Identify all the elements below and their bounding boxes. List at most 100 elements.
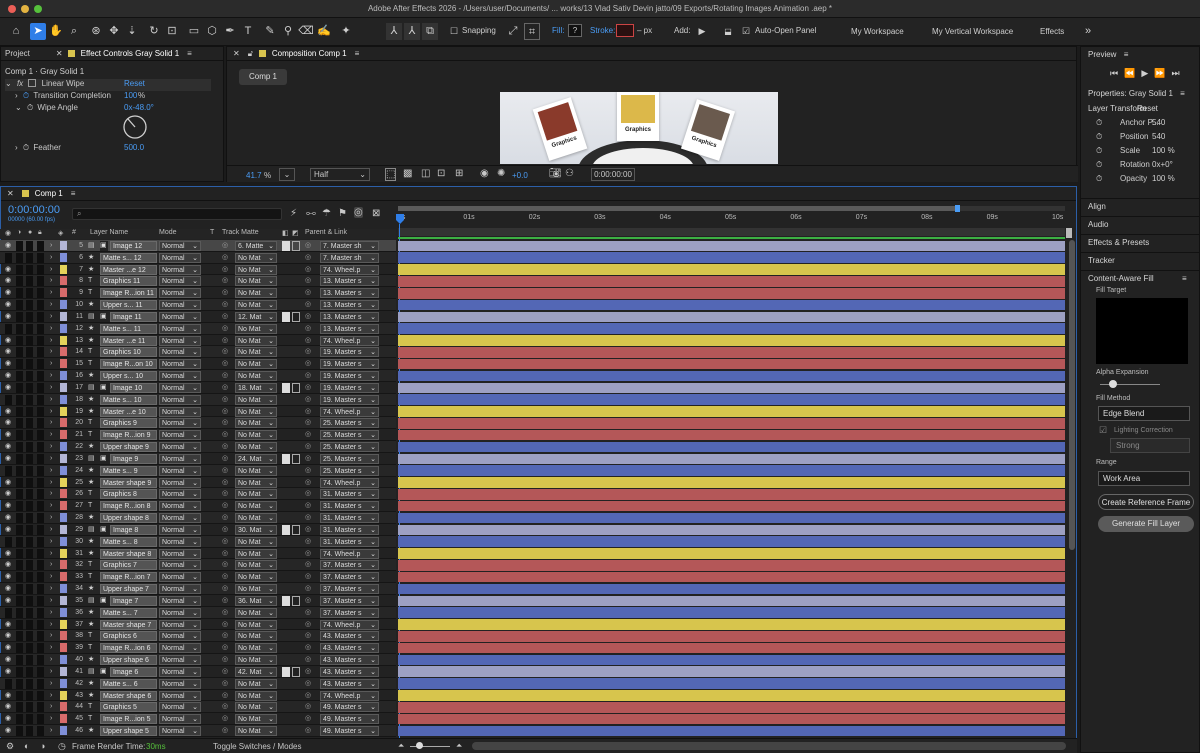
visibility-eye-icon[interactable]: ◉	[5, 655, 13, 665]
blend-mode-dropdown[interactable]: Normal ⌄	[159, 607, 201, 618]
3d-shape-icon[interactable]: ⬡	[204, 23, 220, 40]
lock-toggle[interactable]	[37, 524, 44, 535]
solo-toggle[interactable]	[26, 595, 33, 606]
track-matte-dropdown[interactable]: No Mat ⌄	[235, 276, 277, 287]
label-color[interactable]	[60, 690, 67, 700]
label-color[interactable]	[60, 513, 67, 523]
pan-tool-icon[interactable]: ✥	[106, 23, 122, 40]
chevron-right-icon[interactable]: ›	[50, 430, 52, 440]
chevron-right-icon[interactable]: ›	[50, 596, 52, 606]
parent-dropdown[interactable]: 43. Master s ⌄	[320, 631, 379, 642]
solo-toggle[interactable]	[26, 619, 33, 630]
section-header[interactable]: Content-Aware Fill	[1088, 274, 1154, 283]
matte-invert-icon[interactable]	[292, 311, 300, 322]
layer-duration-bar[interactable]	[398, 453, 1065, 465]
pick-whip-icon[interactable]: ◎	[305, 537, 315, 547]
layer-name[interactable]: Matte s... 10	[100, 394, 157, 405]
layer-row[interactable]: ◉ › 7 ★ Master ...e 12 Normal ⌄ ◎ No Mat ⌄ ◎ 74. Wh…	[0, 264, 396, 276]
audio-toggle[interactable]	[16, 453, 23, 464]
layer-row[interactable]: ◉ › 8 T Graphics 11 Normal ⌄ ◎ No Mat ⌄ ◎ 13. Maste…	[0, 275, 396, 288]
chevron-right-icon[interactable]: ›	[50, 679, 52, 689]
layer-row[interactable]: ◉ › 40 ★ Upper shape 6 Normal ⌄ ◎ No Mat ⌄ ◎ 43. Ma…	[0, 654, 396, 666]
camera-view-icon[interactable]: ⊞	[455, 168, 463, 179]
chevron-right-icon[interactable]: ›	[50, 300, 52, 310]
matte-link-icon[interactable]: ◎	[222, 596, 232, 606]
solo-toggle[interactable]	[26, 418, 33, 429]
layer-name[interactable]: Image R...ion 7	[100, 572, 157, 583]
pick-whip-icon[interactable]: ◎	[305, 726, 315, 736]
label-color[interactable]	[60, 311, 67, 321]
lock-toggle[interactable]	[37, 288, 44, 299]
label-color[interactable]	[60, 726, 67, 736]
pick-whip-icon[interactable]: ◎	[305, 478, 315, 488]
pen-tool-icon[interactable]: ✒	[222, 23, 238, 40]
lock-toggle[interactable]	[37, 560, 44, 571]
track-matte-dropdown[interactable]: 42. Mat ⌄	[235, 666, 277, 677]
layer-name[interactable]: Image 8	[110, 524, 157, 535]
tab-composition[interactable]: Composition Comp 1	[272, 49, 347, 58]
layer-name[interactable]: Upper shape 9	[100, 442, 157, 453]
feather-value[interactable]: 500.0	[124, 143, 144, 152]
matte-alpha-icon[interactable]	[282, 666, 290, 677]
layer-name[interactable]: Upper s... 11	[100, 300, 157, 311]
effect-row-linear-wipe[interactable]: ⌄ fx Linear Wipe Reset	[5, 79, 211, 91]
matte-link-icon[interactable]: ◎	[222, 395, 232, 405]
layer-row[interactable]: ◉ › 23 ▤ ▣ Image 9 Normal ⌄ ◎ 24. Mat ⌄ ◎ 25. Master…	[0, 453, 396, 465]
chevron-right-icon[interactable]: ›	[50, 631, 52, 641]
comp-button[interactable]: Comp 1	[239, 69, 287, 85]
visibility-eye-icon[interactable]: ◉	[5, 643, 13, 653]
label-color[interactable]	[60, 536, 67, 546]
pick-whip-icon[interactable]: ◎	[305, 525, 315, 535]
layer-row[interactable]: ◉ › 26 T Graphics 8 Normal ⌄ ◎ No Mat ⌄ ◎ 31. Maste…	[0, 488, 396, 501]
first-frame-icon[interactable]: ⏮	[1110, 68, 1124, 78]
chevron-right-icon[interactable]: ›	[50, 501, 52, 511]
label-color[interactable]	[60, 643, 67, 653]
workspace-menu-icon[interactable]: »	[1080, 23, 1096, 40]
audio-toggle[interactable]	[16, 524, 23, 535]
matte-link-icon[interactable]: ◎	[222, 584, 232, 594]
parent-dropdown[interactable]: 25. Master s ⌄	[320, 465, 379, 476]
chevron-right-icon[interactable]: ›	[50, 336, 52, 346]
timeline-search-input[interactable]: ⌕	[72, 208, 282, 220]
audio-toggle[interactable]	[16, 607, 23, 618]
audio-toggle[interactable]	[16, 264, 23, 275]
track-matte-dropdown[interactable]: No Mat ⌄	[235, 501, 277, 512]
solo-toggle[interactable]	[26, 430, 33, 441]
solo-toggle[interactable]	[26, 726, 33, 737]
solo-toggle[interactable]	[26, 714, 33, 725]
layer-name[interactable]: Upper shape 8	[100, 513, 157, 524]
track-matte-dropdown[interactable]: 36. Mat ⌄	[235, 595, 277, 606]
parent-dropdown[interactable]: 43. Master s ⌄	[320, 666, 379, 677]
visibility-eye-icon[interactable]: ◉	[5, 596, 13, 606]
track-matte-dropdown[interactable]: No Mat ⌄	[235, 442, 277, 453]
transform-reset-link[interactable]: Reset	[1137, 104, 1158, 113]
blend-mode-dropdown[interactable]: Normal ⌄	[159, 323, 201, 334]
parent-dropdown[interactable]: 37. Master s ⌄	[320, 595, 379, 606]
layer-row[interactable]: ◉ › 25 ★ Master shape 9 Normal ⌄ ◎ No Mat ⌄ ◎ 74. W…	[0, 477, 396, 489]
parent-dropdown[interactable]: 13. Master s ⌄	[320, 311, 379, 322]
audio-toggle[interactable]	[16, 477, 23, 488]
lock-toggle[interactable]	[37, 465, 44, 476]
pick-whip-icon[interactable]: ◎	[305, 336, 315, 346]
pick-whip-icon[interactable]: ◎	[305, 620, 315, 630]
layer-row[interactable]: ◉ › 21 T Image R...ion 9 Normal ⌄ ◎ No Mat ⌄ ◎ 25. …	[0, 429, 396, 442]
layer-name[interactable]: Graphics 6	[100, 631, 157, 642]
lock-toggle[interactable]	[37, 371, 44, 382]
wipe-angle-value[interactable]: 0x-48.0°	[124, 103, 154, 112]
blend-mode-dropdown[interactable]: Normal ⌄	[159, 300, 201, 311]
parent-dropdown[interactable]: 49. Master s ⌄	[320, 726, 379, 737]
track-matte-dropdown[interactable]: No Mat ⌄	[235, 690, 277, 701]
layer-row[interactable]: ◉ › 39 T Image R...ion 6 Normal ⌄ ◎ No Mat ⌄ ◎ 43. …	[0, 642, 396, 655]
lighting-correction-checkbox[interactable]: ☑	[1099, 425, 1107, 436]
lock-toggle[interactable]	[37, 382, 44, 393]
layer-row[interactable]: ◉ › 9 T Image R...ion 11 Normal ⌄ ◎ No Mat ⌄ ◎ 13. …	[0, 287, 396, 300]
chevron-right-icon[interactable]: ›	[50, 253, 52, 263]
parent-dropdown[interactable]: 74. Wheel.p ⌄	[320, 619, 379, 630]
layer-row[interactable]: ◉ › 41 ▤ ▣ Image 6 Normal ⌄ ◎ 42. Mat ⌄ ◎ 43. Master…	[0, 666, 396, 678]
audio-toggle[interactable]	[16, 465, 23, 476]
matte-link-icon[interactable]: ◎	[222, 655, 232, 665]
audio-toggle[interactable]	[16, 690, 23, 701]
chevron-right-icon[interactable]: ›	[50, 714, 52, 724]
solo-toggle[interactable]	[26, 300, 33, 311]
panel-menu-icon[interactable]: ≡	[71, 189, 76, 198]
